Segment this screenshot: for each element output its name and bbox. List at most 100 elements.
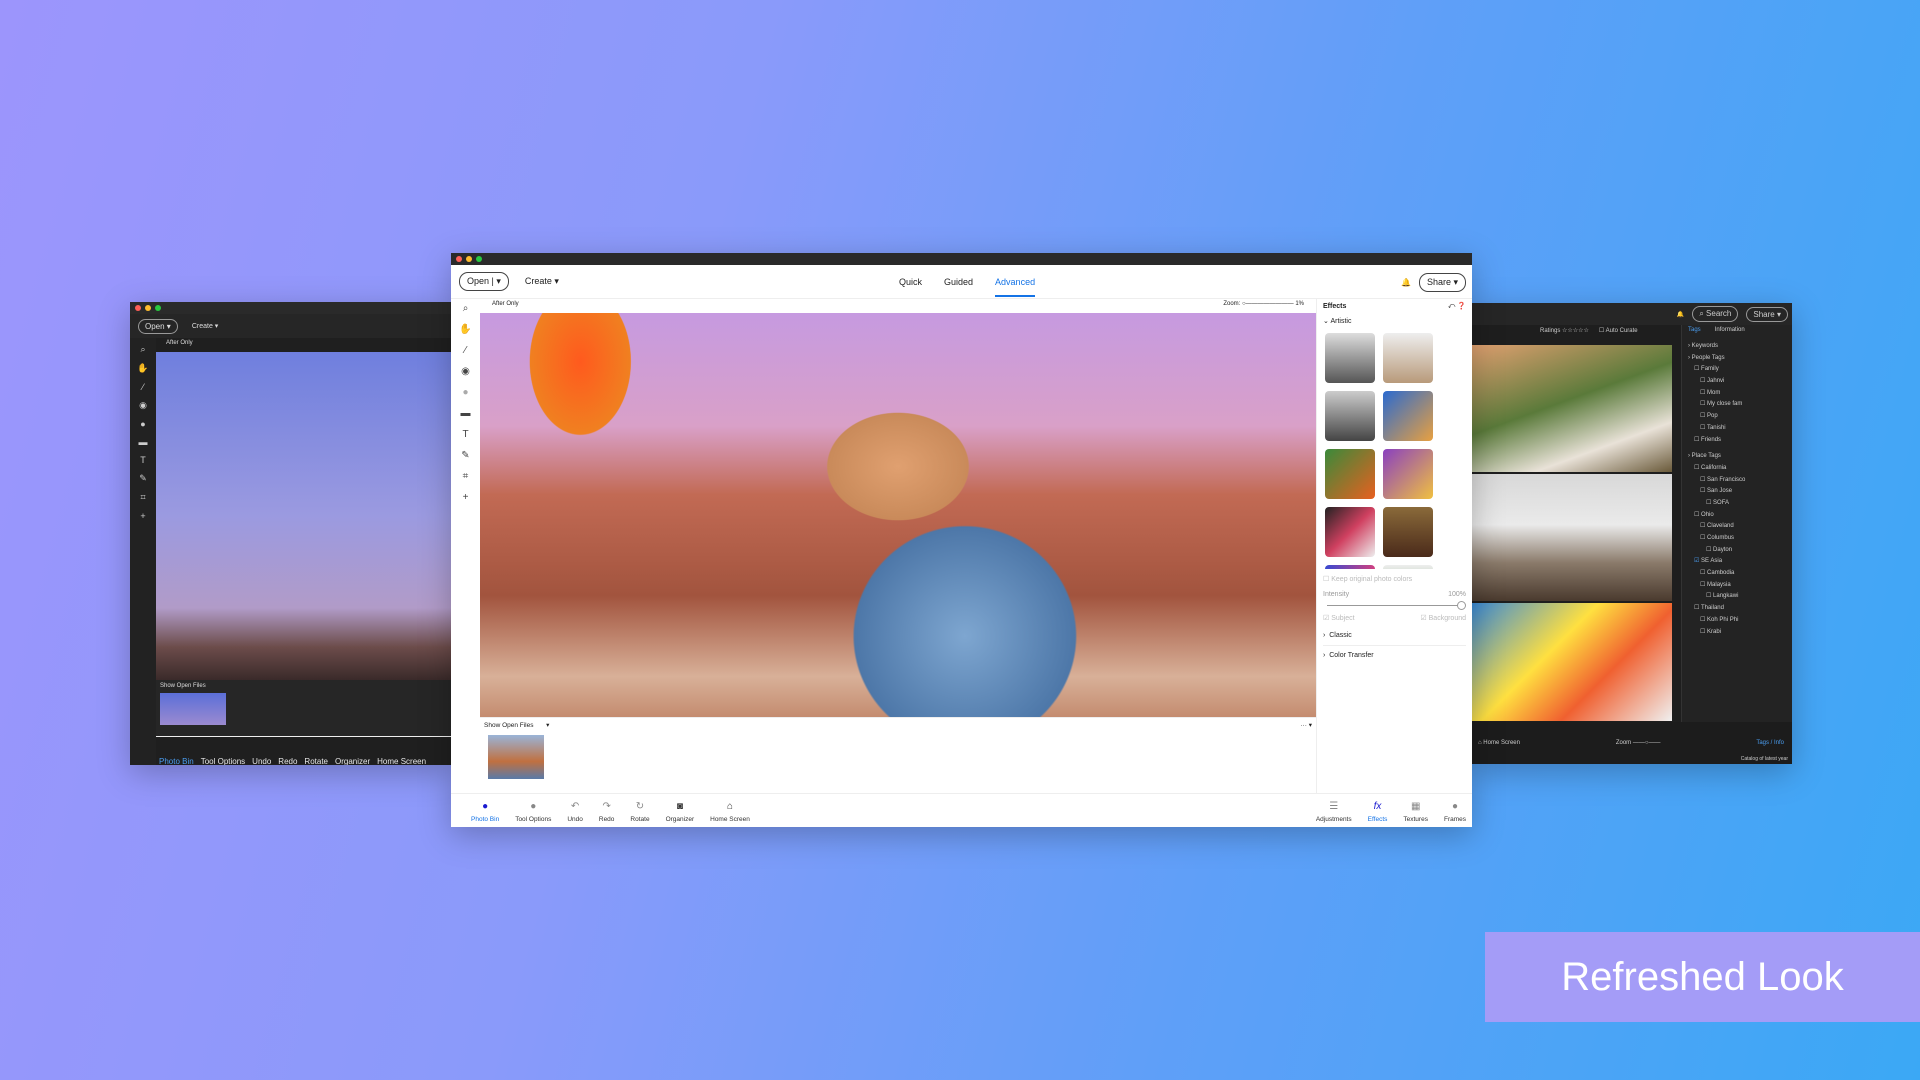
rotate-button[interactable]: Rotate: [304, 757, 328, 765]
tag-checkbox[interactable]: ☐: [1700, 629, 1707, 635]
home-screen-button[interactable]: Home Screen: [377, 757, 426, 765]
tag-checkbox[interactable]: ☐: [1706, 593, 1713, 599]
brush-icon[interactable]: ✎: [461, 450, 469, 461]
organizer-button[interactable]: ◙ Organizer: [666, 801, 695, 823]
effect-thumb-colorful[interactable]: [1383, 391, 1433, 441]
tag-checkbox[interactable]: ☑: [1694, 558, 1701, 564]
home-screen-button[interactable]: ⌂ Home Screen: [710, 801, 750, 823]
tag-item[interactable]: ☐ Claveland: [1688, 521, 1786, 533]
tag-checkbox[interactable]: ☐: [1700, 378, 1707, 384]
bin-options[interactable]: ··· ▾: [1300, 721, 1312, 730]
tag-item[interactable]: ☐ Ohio: [1688, 510, 1786, 522]
canvas-photo-couple-artistic[interactable]: [480, 313, 1316, 717]
tab-information[interactable]: Information: [1715, 327, 1745, 333]
tag-checkbox[interactable]: ☐: [1694, 605, 1701, 611]
tab-advanced[interactable]: Advanced: [995, 267, 1036, 297]
tag-item[interactable]: ☐ Cambodia: [1688, 568, 1786, 580]
tag-checkbox[interactable]: ☐: [1706, 500, 1713, 506]
photo-bin-button[interactable]: ● Photo Bin: [471, 801, 499, 823]
show-open-files[interactable]: Show Open Files ▾: [484, 721, 549, 730]
tag-item[interactable]: ☐ Malaysia: [1688, 580, 1786, 592]
home-screen-button[interactable]: ⌂ Home Screen: [1478, 740, 1520, 746]
tag-checkbox[interactable]: ☐: [1694, 437, 1701, 443]
circle-tool-icon[interactable]: ●: [462, 387, 468, 398]
tag-checkbox[interactable]: ☐: [1694, 465, 1701, 471]
tag-checkbox[interactable]: ☐: [1700, 390, 1707, 396]
tag-checkbox[interactable]: ☐: [1694, 512, 1701, 518]
undo-button[interactable]: Undo: [252, 757, 271, 765]
tag-item[interactable]: ☐ Langkawi: [1688, 591, 1786, 603]
magic-wand-icon[interactable]: ⁄: [142, 382, 144, 392]
zoom-control[interactable]: Zoom: ○———————— 1%: [1223, 301, 1304, 311]
hand-tool-icon[interactable]: ✋: [137, 363, 148, 374]
tag-item[interactable]: ☐ Dayton: [1688, 545, 1786, 557]
open-button[interactable]: Open | ▾: [459, 272, 509, 291]
stamp-icon[interactable]: ▬: [461, 408, 471, 419]
tag-item[interactable]: ☐ Family: [1688, 364, 1786, 376]
auto-curate-checkbox[interactable]: ☐ Auto Curate: [1599, 327, 1638, 334]
text-tool-icon[interactable]: T: [462, 429, 468, 440]
subject-checkbox[interactable]: ☑ Subject: [1323, 614, 1355, 622]
stamp-icon[interactable]: ▬: [139, 437, 148, 447]
tag-item[interactable]: ☐ Friends: [1688, 435, 1786, 447]
tag-checkbox[interactable]: ☐: [1700, 401, 1707, 407]
text-tool-icon[interactable]: T: [140, 455, 146, 465]
create-menu[interactable]: Create ▾: [192, 322, 218, 330]
tab-guided[interactable]: Guided: [944, 277, 973, 287]
frames-button[interactable]: ● Frames: [1444, 801, 1466, 823]
textures-button[interactable]: ▦ Textures: [1403, 801, 1428, 823]
intensity-slider[interactable]: [1327, 601, 1466, 610]
effect-thumb-gauguin[interactable]: [1325, 449, 1375, 499]
photo-thumbnail[interactable]: [488, 735, 544, 779]
view-select[interactable]: After Only: [492, 301, 576, 311]
tag-category[interactable]: › People Tags: [1688, 353, 1786, 365]
tag-item[interactable]: ☐ San Jose: [1688, 486, 1786, 498]
eye-icon[interactable]: ◉: [461, 366, 470, 377]
zoom-slider[interactable]: Zoom ——○——: [1616, 740, 1661, 746]
photo-group-snow[interactable]: [1472, 603, 1672, 721]
tag-item[interactable]: ☐ Jahnvi: [1688, 376, 1786, 388]
zoom-tool-icon[interactable]: ⌕: [463, 303, 469, 314]
effect-thumb-cubist[interactable]: [1383, 449, 1433, 499]
tag-checkbox[interactable]: ☐: [1700, 523, 1707, 529]
tag-checkbox[interactable]: ☐: [1700, 617, 1707, 623]
effect-thumb-sketch[interactable]: [1325, 333, 1375, 383]
keep-colors-checkbox[interactable]: ☐ Keep original photo colors: [1323, 575, 1466, 583]
tag-item[interactable]: ☐ California: [1688, 463, 1786, 475]
search-button[interactable]: ⌕ Search: [1692, 306, 1739, 322]
tag-item[interactable]: ☐ Thailand: [1688, 603, 1786, 615]
view-select[interactable]: After Only: [166, 340, 193, 346]
hand-tool-icon[interactable]: ✋: [459, 324, 471, 335]
eye-icon[interactable]: ◉: [139, 400, 147, 411]
share-button[interactable]: Share ▾: [1418, 273, 1466, 292]
tags-info-button[interactable]: Tags / Info: [1756, 740, 1784, 746]
move-icon[interactable]: +: [140, 511, 145, 521]
tag-item[interactable]: ☐ Mom: [1688, 388, 1786, 400]
adjustments-button[interactable]: ☰ Adjustments: [1316, 801, 1352, 823]
tool-options-button[interactable]: Tool Options: [201, 757, 245, 765]
share-button[interactable]: Share ▾: [1746, 306, 1788, 322]
tag-checkbox[interactable]: ☐: [1700, 582, 1707, 588]
magic-wand-icon[interactable]: ⁄: [465, 345, 467, 356]
effect-thumb-taj[interactable]: [1383, 333, 1433, 383]
redo-button[interactable]: ↷ Redo: [599, 801, 615, 823]
tag-checkbox[interactable]: ☐: [1700, 570, 1707, 576]
tag-item[interactable]: ☐ San Francisco: [1688, 475, 1786, 487]
photo-mountain-runner[interactable]: [1472, 474, 1672, 601]
brush-icon[interactable]: ✎: [139, 473, 147, 484]
effect-thumb-bridge[interactable]: [1325, 391, 1375, 441]
tag-item[interactable]: ☐ Krabi: [1688, 627, 1786, 639]
artistic-section[interactable]: ⌄ Artistic: [1323, 313, 1466, 329]
zoom-tool-icon[interactable]: ⌕: [140, 344, 145, 355]
tag-item[interactable]: ☐ Columbus: [1688, 533, 1786, 545]
classic-section[interactable]: › Classic: [1323, 622, 1466, 646]
crop-icon[interactable]: ⌗: [140, 492, 145, 503]
create-menu[interactable]: Create ▾: [525, 276, 559, 287]
move-icon[interactable]: +: [463, 492, 469, 503]
tag-checkbox[interactable]: ☐: [1700, 413, 1707, 419]
bell-icon[interactable]: 🔔: [1677, 311, 1684, 318]
tag-item[interactable]: ☐ Pop: [1688, 411, 1786, 423]
tag-item[interactable]: ☐ Koh Phi Phi: [1688, 615, 1786, 627]
effect-thumb-stripes[interactable]: [1325, 565, 1375, 569]
tag-category[interactable]: › Place Tags: [1688, 451, 1786, 463]
